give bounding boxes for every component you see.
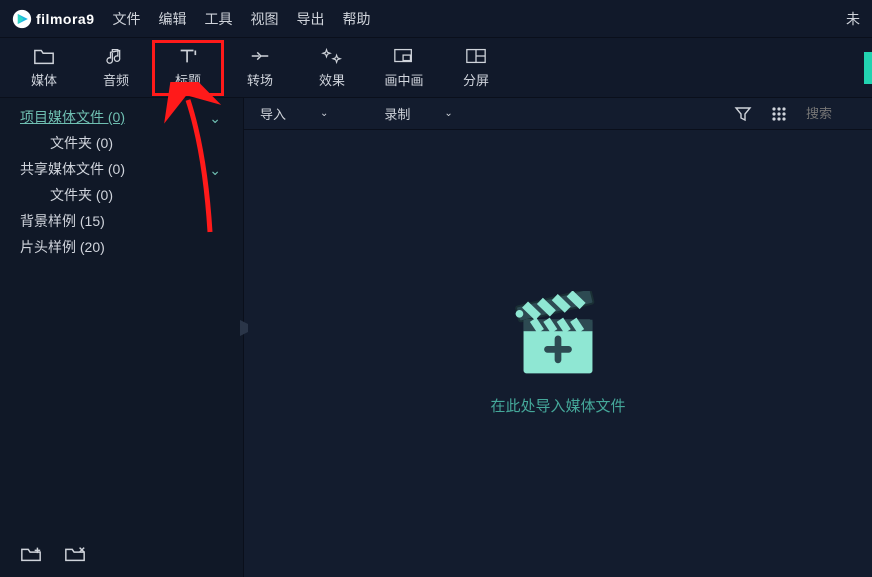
tool-label: 转场 xyxy=(247,70,273,89)
tree-item-folder[interactable]: 文件夹 (0) xyxy=(0,182,243,208)
tree-label: 项目媒体文件 (0) xyxy=(20,107,125,127)
search-input[interactable] xyxy=(806,106,856,121)
tool-audio[interactable]: 音频 xyxy=(80,40,152,96)
app-logo: filmora9 xyxy=(12,9,94,29)
tree-item-intro-samples[interactable]: 片头样例 (20) xyxy=(0,234,243,260)
tree-item-project-media[interactable]: 项目媒体文件 (0) ⌄ xyxy=(0,104,243,130)
new-folder-icon[interactable] xyxy=(20,544,42,564)
menu-file[interactable]: 文件 xyxy=(112,9,140,29)
sidebar: 项目媒体文件 (0) ⌄ 文件夹 (0) 共享媒体文件 (0) ⌄ 文件夹 (0… xyxy=(0,98,244,577)
content-panel: 导入 ⌄ 录制 ⌄ xyxy=(244,98,872,577)
tool-label: 媒体 xyxy=(31,70,57,89)
media-tree: 项目媒体文件 (0) ⌄ 文件夹 (0) 共享媒体文件 (0) ⌄ 文件夹 (0… xyxy=(0,98,243,531)
tool-title[interactable]: 标题 xyxy=(152,40,224,96)
content-toolbar: 导入 ⌄ 录制 ⌄ xyxy=(244,98,872,130)
dropdown-label: 导入 xyxy=(260,104,286,123)
tool-media[interactable]: 媒体 xyxy=(8,40,80,96)
logo-icon xyxy=(12,9,32,29)
menubar: filmora9 文件 编辑 工具 视图 导出 帮助 未 xyxy=(0,0,872,38)
record-dropdown[interactable]: 录制 ⌄ xyxy=(384,104,452,123)
toolbar: 媒体 音频 标题 转场 效果 画中画 xyxy=(0,38,872,98)
chevron-down-icon: ⌄ xyxy=(209,162,221,179)
chevron-down-icon: ⌄ xyxy=(320,108,328,119)
music-icon xyxy=(105,46,127,66)
tool-label: 分屏 xyxy=(463,70,489,89)
main-area: 项目媒体文件 (0) ⌄ 文件夹 (0) 共享媒体文件 (0) ⌄ 文件夹 (0… xyxy=(0,98,872,577)
media-drop-area[interactable]: 在此处导入媒体文件 xyxy=(244,130,872,577)
tool-split[interactable]: 分屏 xyxy=(440,40,512,96)
transition-icon xyxy=(249,46,271,66)
sidebar-bottom xyxy=(0,531,243,577)
tree-label: 片头样例 (20) xyxy=(20,237,105,257)
menu-export[interactable]: 导出 xyxy=(296,9,324,29)
tool-label: 效果 xyxy=(319,70,345,89)
sparkle-icon xyxy=(321,46,343,66)
folder-icon xyxy=(33,46,55,66)
text-icon xyxy=(177,46,199,66)
menu-tools[interactable]: 工具 xyxy=(204,9,232,29)
tree-label: 背景样例 (15) xyxy=(20,211,105,231)
tree-item-folder[interactable]: 文件夹 (0) xyxy=(0,130,243,156)
tool-label: 音频 xyxy=(103,70,129,89)
clapperboard-icon xyxy=(510,291,606,381)
pip-icon xyxy=(393,46,415,66)
filter-icon[interactable] xyxy=(734,105,752,123)
tree-item-bg-samples[interactable]: 背景样例 (15) xyxy=(0,208,243,234)
grid-view-icon[interactable] xyxy=(770,105,788,123)
dropdown-label: 录制 xyxy=(384,104,410,123)
tool-transition[interactable]: 转场 xyxy=(224,40,296,96)
delete-folder-icon[interactable] xyxy=(64,544,86,564)
app-name: filmora9 xyxy=(36,11,94,27)
splitscreen-icon xyxy=(465,46,487,66)
tree-label: 共享媒体文件 (0) xyxy=(20,159,125,179)
tool-effects[interactable]: 效果 xyxy=(296,40,368,96)
tool-label: 画中画 xyxy=(384,70,423,89)
chevron-down-icon: ⌄ xyxy=(444,108,452,119)
tree-item-shared-media[interactable]: 共享媒体文件 (0) ⌄ xyxy=(0,156,243,182)
menubar-right: 未 xyxy=(846,9,860,29)
import-dropdown[interactable]: 导入 ⌄ xyxy=(260,104,328,123)
menu-help[interactable]: 帮助 xyxy=(342,9,370,29)
drop-hint: 在此处导入媒体文件 xyxy=(490,395,625,416)
tree-label: 文件夹 (0) xyxy=(50,133,113,153)
menu-view[interactable]: 视图 xyxy=(250,9,278,29)
tool-pip[interactable]: 画中画 xyxy=(368,40,440,96)
tool-label: 标题 xyxy=(175,70,201,89)
menu-edit[interactable]: 编辑 xyxy=(158,9,186,29)
chevron-down-icon: ⌄ xyxy=(209,110,221,127)
toolbar-accent xyxy=(864,52,872,84)
tree-label: 文件夹 (0) xyxy=(50,185,113,205)
